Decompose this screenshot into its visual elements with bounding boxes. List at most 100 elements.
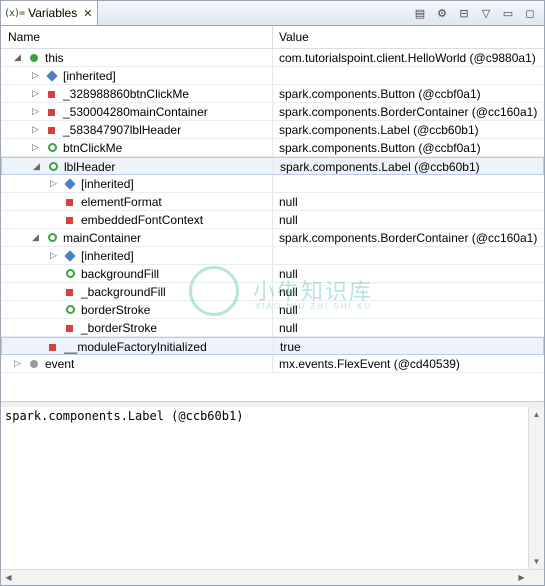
public-field-icon [48,233,57,242]
variable-value: null [279,303,298,317]
variables-icon: (x)= [4,7,25,19]
expand-icon[interactable]: ▷ [31,106,40,116]
private-field-icon [48,109,55,116]
private-field-icon [66,289,73,296]
variable-value: spark.components.Label (@ccb60b1) [279,123,479,137]
variable-value: spark.components.BorderContainer (@cc160… [279,231,538,245]
variable-name: mainContainer [63,231,142,245]
variables-view: (x)= Variables ✕ ▤ ⚙ ⊟ ▽ ▭ ◻ Name Value ◢ this… [0,0,545,586]
column-value-header[interactable]: Value [279,30,309,44]
variable-name: lblHeader [64,160,116,174]
tree-row[interactable]: _backgroundFill null [1,283,544,301]
variable-value: null [279,195,298,209]
collapse-icon[interactable]: ◢ [31,232,40,242]
view-menu-icon[interactable]: ▽ [476,4,496,22]
detail-pane[interactable]: spark.components.Label (@ccb60b1) [1,407,528,569]
expand-icon[interactable]: ▷ [31,124,40,134]
private-field-icon [48,91,55,98]
column-divider [272,211,273,229]
detail-vertical-scrollbar[interactable]: ▲ ▼ [528,407,544,569]
variable-name: event [45,357,75,371]
tree-row[interactable]: borderStroke null [1,301,544,319]
inherited-icon [64,178,76,190]
private-field-icon [48,127,55,134]
tree-row[interactable]: ◢ mainContainer spark.components.BorderCon… [1,229,544,247]
tree-row[interactable]: ▷ btnClickMe spark.components.Button (@ccb… [1,139,544,157]
public-field-icon [66,305,75,314]
tree-row[interactable]: ◢ this com.tutorialspoint.client.HelloWorl… [1,49,544,67]
scroll-left-icon[interactable]: ◀ [1,570,16,585]
variable-value: null [279,285,298,299]
view-tab-bar: (x)= Variables ✕ ▤ ⚙ ⊟ ▽ ▭ ◻ [1,1,544,26]
variable-value: null [279,321,298,335]
variable-name: btnClickMe [63,141,123,155]
collapse-icon[interactable]: ◢ [13,52,22,62]
tree-row[interactable]: embeddedFontContext null [1,211,544,229]
expand-icon[interactable]: ▷ [31,88,40,98]
expand-icon[interactable]: ▷ [13,358,22,368]
variable-name: _530004280mainContainer [63,105,208,119]
tree-row[interactable]: ▷ [inherited] [1,175,544,193]
variable-value: spark.components.Button (@ccbf0a1) [279,87,481,101]
variable-name: _backgroundFill [81,285,166,299]
tree-row[interactable]: ◢ lblHeader spark.components.Label (@ccb60… [1,157,544,176]
column-divider[interactable] [272,26,273,48]
variable-name: __moduleFactoryInitialized [64,340,207,354]
column-divider [272,85,273,103]
variable-value: spark.components.Button (@ccbf0a1) [279,141,481,155]
variable-name: [inherited] [81,249,134,263]
close-icon[interactable]: ✕ [83,7,92,20]
variable-name: backgroundFill [81,267,160,281]
scroll-right-icon[interactable]: ▶ [514,570,529,585]
expand-icon[interactable]: ▷ [49,250,58,260]
scroll-down-icon[interactable]: ▼ [529,554,544,569]
column-divider [272,319,273,337]
variable-value: null [279,267,298,281]
tree-row[interactable]: ▷ event mx.events.FlexEvent (@cd40539) [1,355,544,373]
column-divider [273,158,274,176]
column-divider [272,193,273,211]
private-field-icon [66,217,73,224]
variable-name: _583847907lblHeader [63,123,182,137]
tree-row[interactable]: ▷ [inherited] [1,67,544,85]
tree-row[interactable]: elementFormat null [1,193,544,211]
collapse-all-icon[interactable]: ⊟ [454,4,474,22]
tree-row[interactable]: ▷ _530004280mainContainer spark.components… [1,103,544,121]
private-field-icon [66,199,73,206]
minimize-icon[interactable]: ▭ [498,4,518,22]
column-divider [272,265,273,283]
variable-name: [inherited] [63,69,116,83]
public-field-icon [48,143,57,152]
view-toolbar: ▤ ⚙ ⊟ ▽ ▭ ◻ [410,4,540,22]
tree-row[interactable]: ▷ [inherited] [1,247,544,265]
variable-value: com.tutorialspoint.client.HelloWorld (@c… [279,51,536,65]
column-divider [272,283,273,301]
expand-icon[interactable]: ▷ [49,178,58,188]
tree-row[interactable]: ▷ _328988860btnClickMe spark.components.Bu… [1,85,544,103]
column-divider [272,175,273,193]
detail-horizontal-scrollbar[interactable]: ◀ ▶ [1,569,544,585]
column-divider [272,139,273,157]
public-field-icon [49,162,58,171]
variable-value: spark.components.Label (@ccb60b1) [280,160,480,174]
column-divider [273,338,274,356]
tree-row[interactable]: ▷ _583847907lblHeader spark.components.Lab… [1,121,544,139]
expand-icon[interactable]: ▷ [31,142,40,152]
collapse-icon[interactable]: ◢ [32,161,41,171]
show-type-names-icon[interactable]: ▤ [410,4,430,22]
variable-value: null [279,213,298,227]
variable-value: mx.events.FlexEvent (@cd40539) [279,357,460,371]
column-divider [272,247,273,265]
column-name-header[interactable]: Name [8,30,40,44]
tree-row[interactable]: __moduleFactoryInitialized true [1,337,544,356]
tree-row[interactable]: _borderStroke null [1,319,544,337]
variable-name: this [45,51,64,65]
column-divider [272,355,273,373]
variable-name: _borderStroke [81,321,158,335]
scroll-up-icon[interactable]: ▲ [529,407,544,422]
tree-row[interactable]: backgroundFill null [1,265,544,283]
maximize-icon[interactable]: ◻ [520,4,540,22]
tab-variables[interactable]: (x)= Variables ✕ [1,1,98,25]
show-logical-structure-icon[interactable]: ⚙ [432,4,452,22]
expand-icon[interactable]: ▷ [31,70,40,80]
